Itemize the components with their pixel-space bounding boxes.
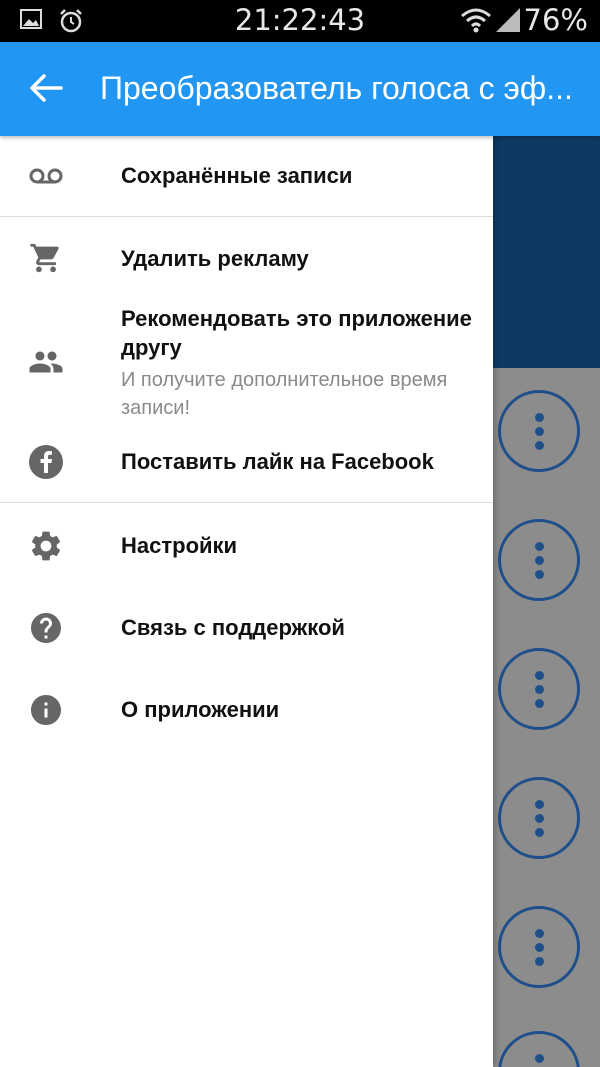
menu-item-support[interactable]: Связь с поддержкой: [0, 588, 493, 670]
divider: [0, 502, 493, 503]
wifi-icon: [460, 6, 492, 39]
battery-level: 76%: [523, 3, 588, 37]
help-icon: [28, 610, 64, 646]
menu-item-about[interactable]: О приложении: [0, 670, 493, 752]
menu-item-label: Рекомендовать это приложение другу: [121, 306, 472, 360]
info-icon: [28, 692, 64, 728]
cart-icon: [28, 240, 64, 276]
app-bar: Преобразователь голоса с эф...: [0, 42, 600, 136]
navigation-drawer: Сохранённые записи Удалить рекламу Реком…: [0, 136, 493, 1067]
menu-item-label: О приложении: [121, 697, 280, 722]
menu-item-label: Поставить лайк на Facebook: [121, 449, 434, 474]
menu-item-label: Связь с поддержкой: [121, 615, 345, 640]
menu-item-label: Удалить рекламу: [121, 246, 309, 271]
more-button[interactable]: [498, 906, 580, 988]
menu-item-recommend[interactable]: Рекомендовать это приложение другу И пол…: [0, 300, 493, 424]
more-button[interactable]: [498, 390, 580, 472]
more-button[interactable]: [498, 777, 580, 859]
menu-item-label: Сохранённые записи: [121, 163, 353, 188]
voicemail-icon: [28, 158, 64, 194]
arrow-back-icon: [29, 73, 63, 108]
menu-item-sublabel: И получите дополнительное время записи!: [121, 369, 448, 419]
background-content: [493, 136, 600, 1067]
menu-item-remove-ads[interactable]: Удалить рекламу: [0, 218, 493, 298]
status-bar: 21:22:43 76%: [0, 0, 600, 42]
menu-item-settings[interactable]: Настройки: [0, 504, 493, 588]
menu-item-label: Настройки: [121, 533, 238, 558]
more-button[interactable]: [498, 648, 580, 730]
menu-item-text: Рекомендовать это приложение другу И пол…: [121, 304, 481, 422]
menu-item-saved-recordings[interactable]: Сохранённые записи: [0, 136, 493, 216]
page-title: Преобразователь голоса с эф...: [100, 70, 573, 106]
people-icon: [28, 344, 64, 380]
more-button[interactable]: [498, 1031, 580, 1067]
signal-icon: [494, 6, 522, 39]
gear-icon: [28, 528, 64, 564]
background-header: [493, 136, 600, 368]
back-button[interactable]: [18, 62, 74, 118]
facebook-icon: [28, 444, 64, 480]
menu-item-facebook-like[interactable]: Поставить лайк на Facebook: [0, 424, 493, 500]
more-button[interactable]: [498, 519, 580, 601]
divider: [0, 216, 493, 217]
